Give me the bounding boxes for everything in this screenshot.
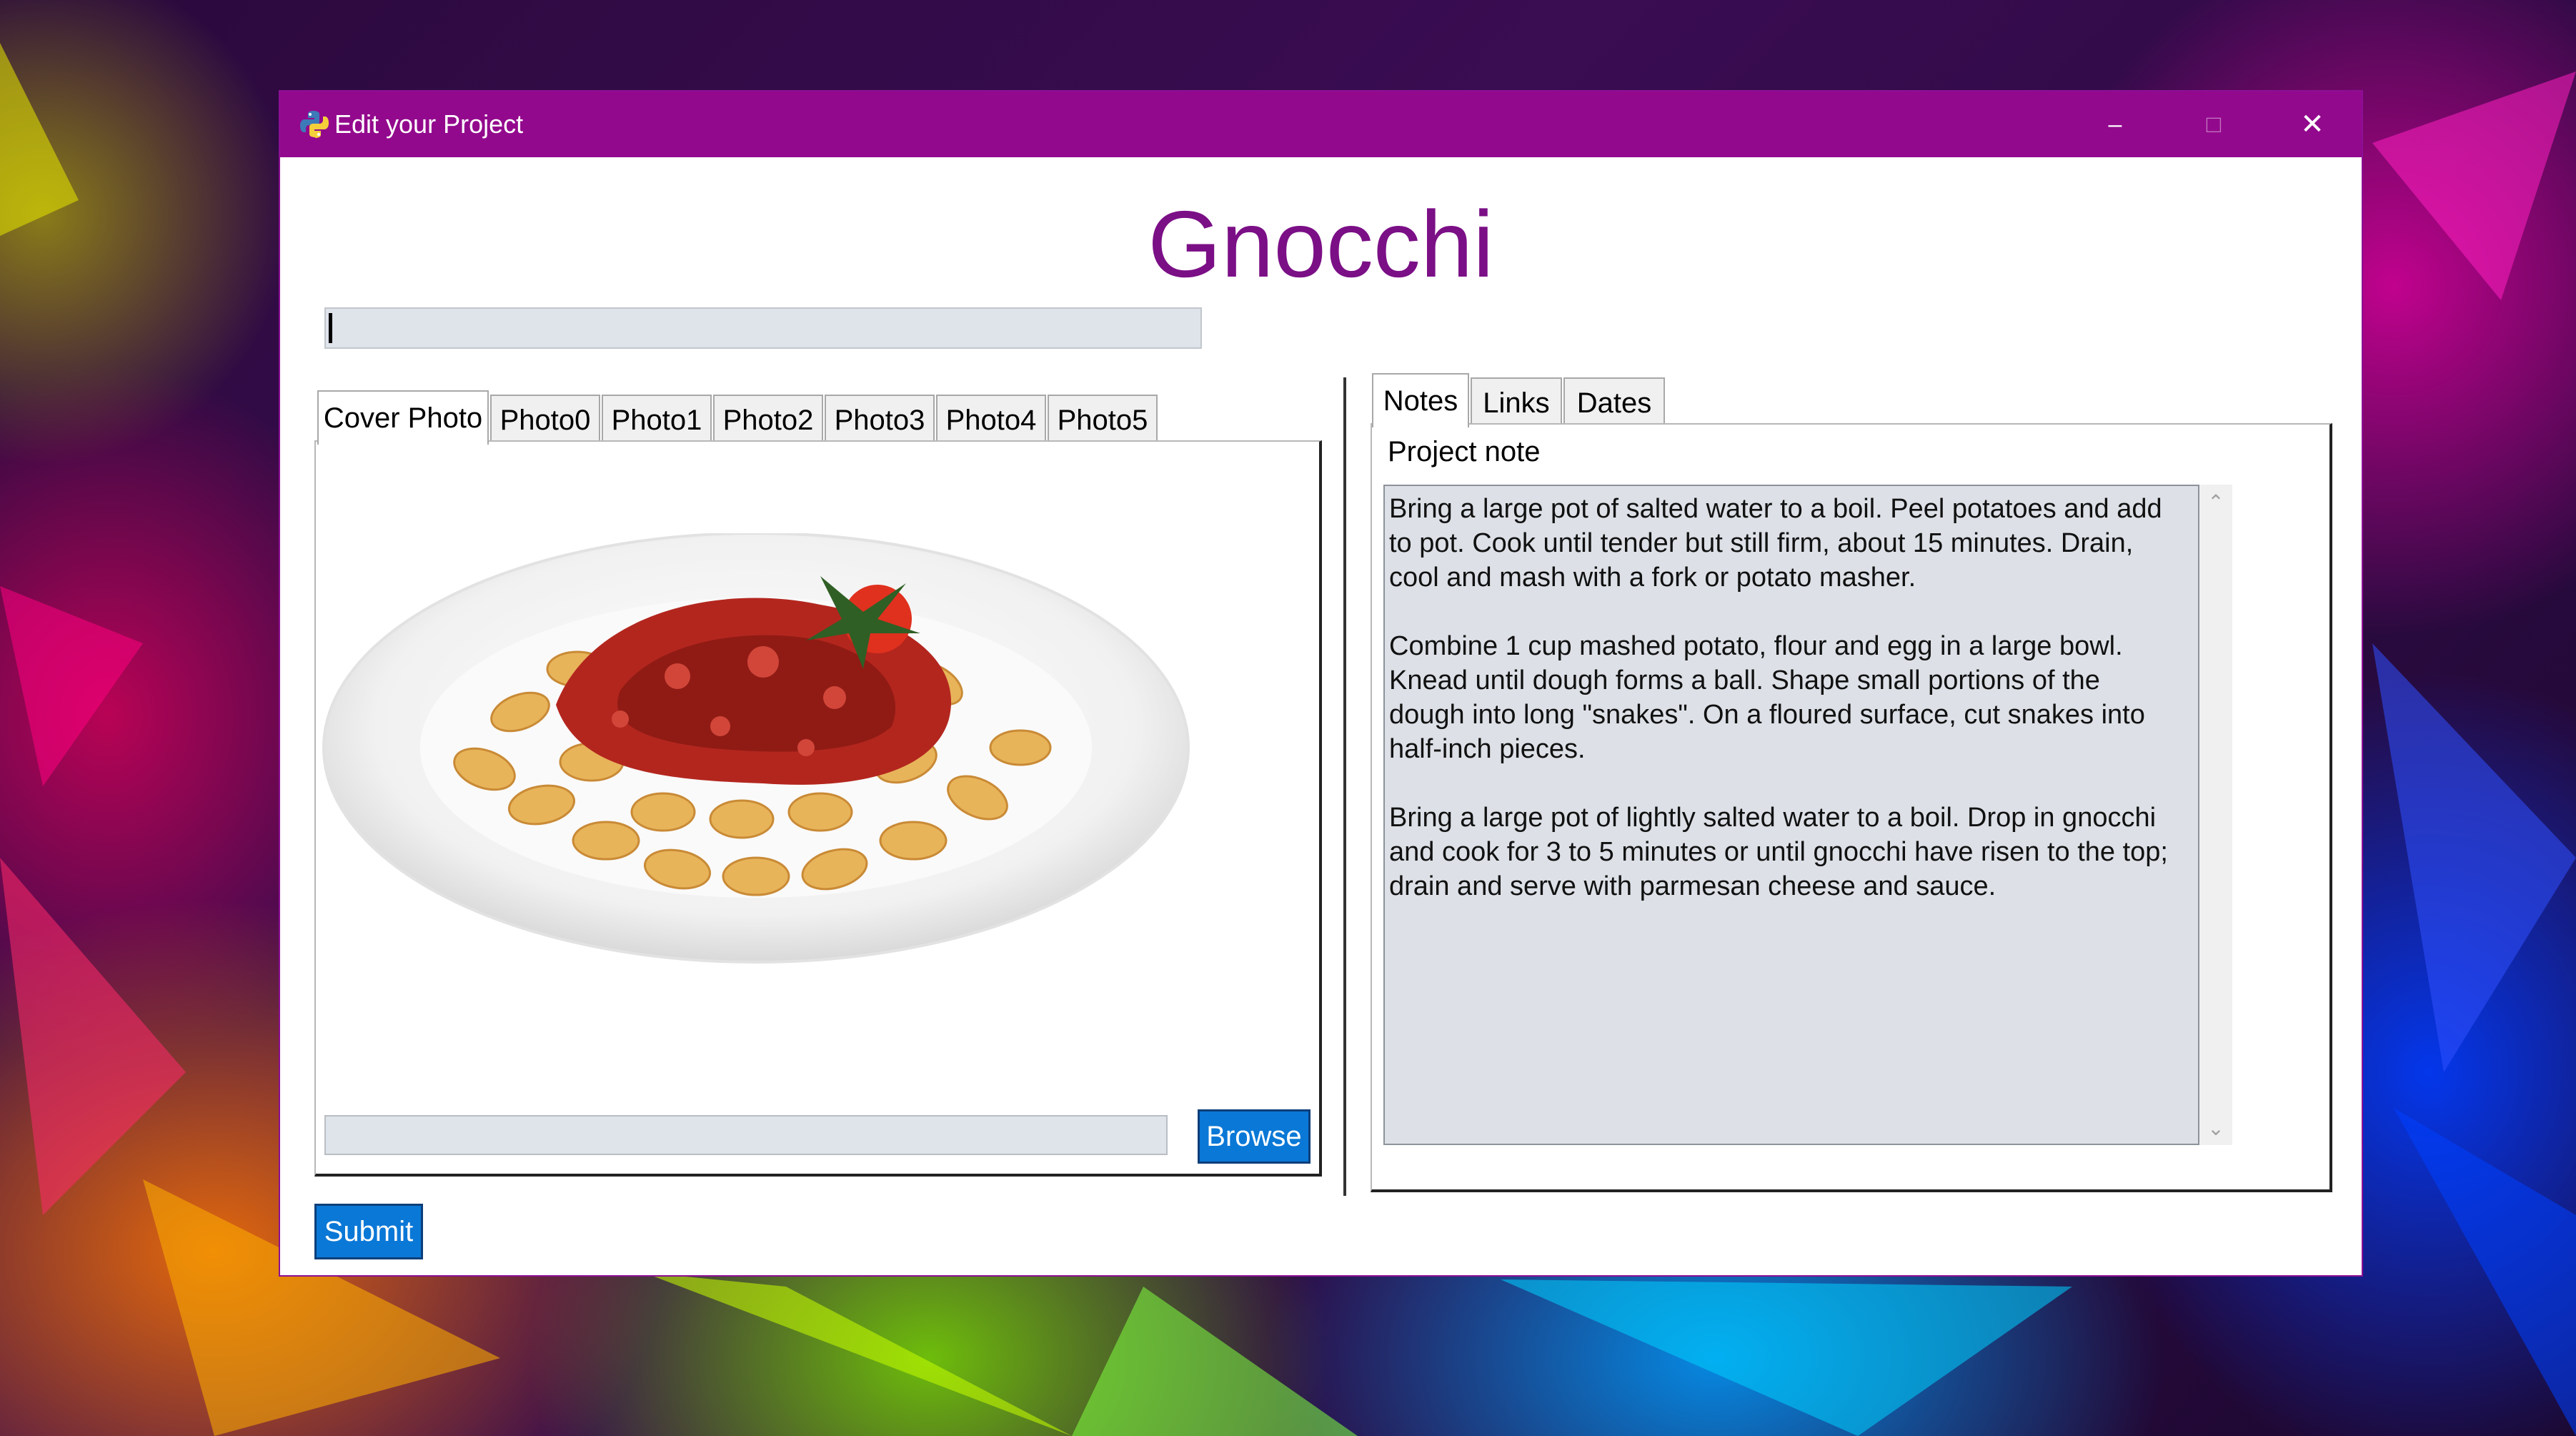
tab-photo0[interactable]: Photo0: [490, 395, 600, 445]
tab-dates[interactable]: Dates: [1563, 377, 1665, 427]
notes-textarea[interactable]: Bring a large pot of salted water to a b…: [1383, 485, 2199, 1145]
notes-label: Project note: [1388, 436, 1541, 467]
minimize-button[interactable]: –: [2066, 91, 2164, 157]
photo-path-input[interactable]: [324, 1115, 1168, 1155]
notes-scrollbar[interactable]: ⌃ ⌄: [2199, 485, 2232, 1145]
chevron-down-icon[interactable]: ⌄: [2199, 1114, 2232, 1142]
tab-photo2[interactable]: Photo2: [713, 395, 823, 445]
photo-panel: [314, 440, 1322, 1177]
window-title: Edit your Project: [334, 109, 524, 139]
project-title: Gnocchi: [1148, 192, 1494, 297]
panel-divider: [1343, 377, 1346, 1196]
python-app-icon: [300, 111, 329, 138]
text-caret: [329, 313, 332, 343]
tab-links[interactable]: Links: [1471, 377, 1562, 427]
tab-photo3[interactable]: Photo3: [825, 395, 935, 445]
tab-notes[interactable]: Notes: [1372, 373, 1469, 427]
plate-of-gnocchi-image: [322, 533, 1190, 964]
edit-project-window: Edit your Project – □ ✕ Gnocchi Cover Ph…: [279, 90, 2363, 1277]
chevron-up-icon[interactable]: ⌃: [2199, 487, 2232, 516]
tab-photo1[interactable]: Photo1: [602, 395, 712, 445]
title-bar[interactable]: Edit your Project – □ ✕: [280, 91, 2362, 157]
project-name-input[interactable]: [324, 307, 1202, 349]
tab-cover-photo[interactable]: Cover Photo: [317, 390, 489, 445]
tab-photo4[interactable]: Photo4: [936, 395, 1046, 445]
close-button[interactable]: ✕: [2263, 91, 2362, 157]
browse-button[interactable]: Browse: [1198, 1109, 1311, 1164]
submit-button[interactable]: Submit: [314, 1204, 423, 1259]
tab-photo5[interactable]: Photo5: [1048, 395, 1158, 445]
maximize-button[interactable]: □: [2164, 91, 2263, 157]
